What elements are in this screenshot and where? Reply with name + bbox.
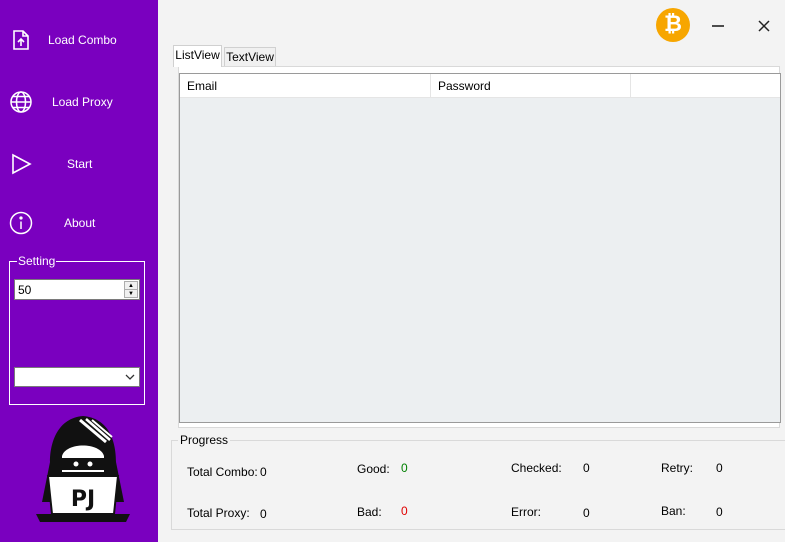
- total-combo-label: Total Combo:: [187, 465, 258, 479]
- start-label: Start: [67, 157, 93, 171]
- total-combo-value: 0: [260, 465, 267, 479]
- globe-icon: [9, 90, 33, 114]
- chevron-down-icon: [125, 371, 135, 383]
- listview-header: Email Password: [180, 74, 780, 98]
- tab-textview-label: TextView: [226, 50, 274, 64]
- error-value: 0: [583, 506, 590, 520]
- about-label: About: [64, 216, 96, 230]
- minimize-icon: [712, 25, 724, 27]
- setting-dropdown[interactable]: [14, 367, 140, 387]
- start-button[interactable]: Start: [0, 144, 158, 184]
- play-icon: [9, 152, 33, 176]
- checked-value: 0: [583, 461, 590, 475]
- stepper-down-icon[interactable]: ▼: [125, 290, 137, 298]
- results-listview[interactable]: Email Password: [179, 73, 781, 423]
- stepper-buttons: ▲ ▼: [124, 281, 138, 298]
- load-combo-label: Load Combo: [48, 33, 117, 47]
- bitcoin-donate-button[interactable]: ₿: [656, 8, 690, 42]
- bitcoin-icon: ₿: [664, 12, 682, 37]
- column-password[interactable]: Password: [431, 74, 631, 98]
- progress-group: Progress Total Combo: 0 Total Proxy: 0 G…: [171, 433, 785, 530]
- tab-listview-label: ListView: [175, 48, 220, 62]
- retry-label: Retry:: [661, 461, 694, 475]
- good-label: Good:: [357, 462, 390, 476]
- progress-legend: Progress: [178, 433, 231, 447]
- bad-value: 0: [401, 504, 408, 518]
- setting-legend: Setting: [17, 254, 57, 268]
- retry-value: 0: [716, 461, 723, 475]
- setting-group: Setting 50 ▲ ▼: [9, 255, 145, 405]
- load-proxy-label: Load Proxy: [52, 95, 113, 109]
- close-icon: [758, 20, 770, 32]
- close-button[interactable]: [752, 14, 776, 38]
- minimize-button[interactable]: [706, 14, 730, 38]
- error-label: Error:: [511, 505, 541, 519]
- column-empty[interactable]: [631, 74, 780, 98]
- ban-label: Ban:: [661, 504, 686, 518]
- logo-text: PJ: [71, 487, 95, 512]
- thread-count-stepper[interactable]: 50 ▲ ▼: [14, 279, 140, 300]
- main-area: ₿ ListView TextView Email Password Progr…: [158, 0, 785, 542]
- ban-value: 0: [716, 505, 723, 519]
- column-email[interactable]: Email: [180, 74, 431, 98]
- checked-label: Checked:: [511, 461, 562, 475]
- sidebar: Load Combo Load Proxy Start About Settin…: [0, 0, 158, 542]
- stepper-up-icon[interactable]: ▲: [125, 282, 137, 290]
- tab-textview[interactable]: TextView: [224, 47, 276, 67]
- hacker-logo: PJ: [28, 414, 138, 524]
- thread-count-value[interactable]: 50: [18, 283, 31, 297]
- total-proxy-value: 0: [260, 507, 267, 521]
- listview-panel: Email Password: [178, 66, 781, 428]
- good-value: 0: [401, 461, 408, 475]
- info-icon: [9, 211, 33, 235]
- load-proxy-button[interactable]: Load Proxy: [0, 82, 158, 122]
- total-proxy-label: Total Proxy:: [187, 506, 250, 520]
- about-button[interactable]: About: [0, 203, 158, 243]
- tab-listview[interactable]: ListView: [173, 45, 222, 67]
- load-combo-button[interactable]: Load Combo: [0, 20, 158, 60]
- file-upload-icon: [9, 28, 33, 52]
- bad-label: Bad:: [357, 505, 382, 519]
